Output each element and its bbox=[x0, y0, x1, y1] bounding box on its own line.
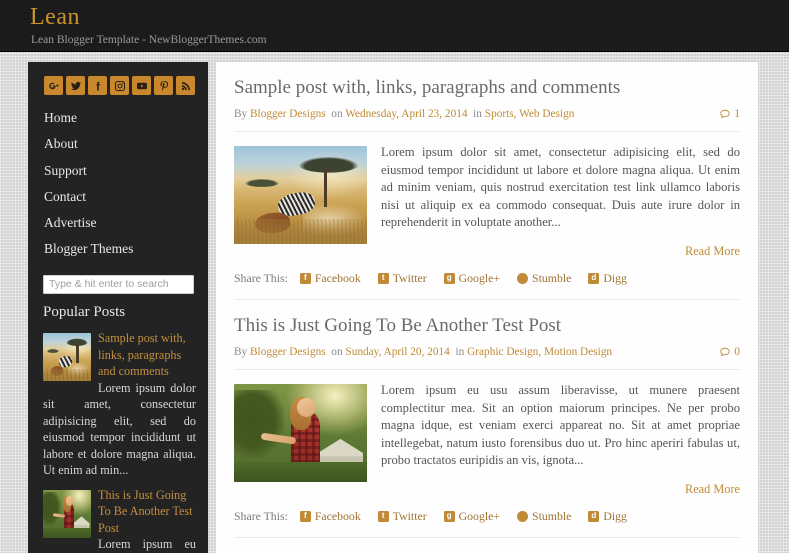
popular-post-snippet: Lorem ipsum eu usu assum liberavisse, ut… bbox=[98, 537, 196, 551]
meta-in-label: in bbox=[473, 108, 482, 120]
main-content: Sample post with, links, paragraphs and … bbox=[216, 62, 758, 553]
pinterest-icon[interactable] bbox=[154, 76, 173, 95]
comment-count[interactable]: 0 bbox=[719, 344, 740, 360]
share-googleplus-label: Google+ bbox=[458, 270, 501, 285]
post-article: Sample post with, links, paragraphs and … bbox=[216, 62, 758, 300]
page-root: Lean Lean Blogger Template - NewBloggerT… bbox=[0, 0, 789, 553]
comment-bubble-icon bbox=[720, 347, 730, 357]
post-categories[interactable]: Graphic Design, Motion Design bbox=[467, 346, 612, 358]
share-digg-button[interactable]: d Digg bbox=[588, 509, 627, 524]
share-twitter-button[interactable]: t Twitter bbox=[377, 270, 427, 286]
comment-count-value: 1 bbox=[734, 108, 740, 120]
share-googleplus-button[interactable]: g Google+ bbox=[443, 270, 501, 286]
sidebar-item-contact[interactable]: Contact bbox=[28, 184, 208, 210]
sidebar-item-home[interactable]: Home bbox=[28, 105, 208, 131]
facebook-icon: f bbox=[299, 272, 311, 284]
share-stumble-label: Stumble bbox=[532, 508, 572, 523]
twitter-icon: t bbox=[377, 272, 389, 284]
sidebar-item-advertise[interactable]: Advertise bbox=[28, 210, 208, 236]
post-article: This is Just Going To Be Another Test Po… bbox=[216, 300, 758, 538]
googleplus-icon[interactable] bbox=[44, 76, 63, 95]
googleplus-icon: g bbox=[443, 510, 455, 522]
facebook-icon[interactable] bbox=[88, 76, 107, 95]
popular-post-thumbnail[interactable] bbox=[43, 333, 91, 381]
share-facebook-button[interactable]: f Facebook bbox=[299, 270, 361, 286]
popular-post-thumbnail[interactable] bbox=[43, 489, 91, 538]
share-label: Share This: bbox=[234, 508, 288, 523]
post-categories[interactable]: Sports, Web Design bbox=[485, 108, 575, 120]
twitter-icon[interactable] bbox=[66, 76, 85, 95]
post-thumbnail[interactable] bbox=[234, 383, 367, 482]
search-box bbox=[43, 274, 194, 294]
post-meta: By Blogger Designs on Wednesday, April 2… bbox=[234, 106, 740, 132]
share-row: Share This: f Facebook t Twitter g Googl… bbox=[234, 271, 740, 300]
meta-on-label: on bbox=[331, 108, 343, 120]
sidebar-item-blogger-themes[interactable]: Blogger Themes bbox=[28, 236, 208, 262]
post-article: Keeping The Title Length Equal For Home bbox=[216, 538, 758, 553]
meta-in-label: in bbox=[455, 345, 465, 358]
share-facebook-label: Facebook bbox=[314, 270, 361, 285]
twitter-icon: t bbox=[377, 510, 389, 522]
search-input[interactable] bbox=[43, 274, 194, 294]
popular-posts-heading: Popular Posts bbox=[43, 304, 126, 320]
meta-by-label: By bbox=[234, 345, 248, 358]
share-stumble-button[interactable]: Stumble bbox=[517, 271, 571, 286]
post-date[interactable]: Wednesday, April 23, 2014 bbox=[345, 108, 467, 120]
share-twitter-label: Twitter bbox=[392, 508, 427, 523]
popular-posts-widget: Popular Posts Sample post with, links, p… bbox=[28, 302, 208, 553]
digg-icon: d bbox=[588, 510, 600, 522]
popular-post-item[interactable]: Sample post with, links, paragraphs and … bbox=[28, 330, 208, 481]
sidebar-item-support[interactable]: Support bbox=[28, 158, 208, 184]
share-googleplus-label: Google+ bbox=[458, 508, 501, 523]
popular-post-snippet: Lorem ipsum dolor sit amet, consectetur … bbox=[43, 380, 196, 478]
post-title[interactable]: This is Just Going To Be Another Test Po… bbox=[234, 314, 740, 338]
meta-by-label: By bbox=[234, 108, 248, 120]
site-title[interactable]: Lean bbox=[30, 3, 80, 31]
post-author[interactable]: Blogger Designs bbox=[250, 346, 326, 358]
facebook-icon: f bbox=[299, 510, 311, 522]
popular-post-item[interactable]: This is Just Going To Be Another Test Po… bbox=[28, 487, 208, 553]
comment-count-value: 0 bbox=[734, 345, 740, 358]
share-row: Share This: f Facebook t Twitter g Googl… bbox=[234, 509, 740, 538]
share-googleplus-button[interactable]: g Google+ bbox=[443, 508, 501, 524]
share-facebook-button[interactable]: f Facebook bbox=[299, 508, 361, 524]
comment-count[interactable]: 1 bbox=[719, 106, 740, 122]
sidebar-nav: Home About Support Contact Advertise Blo… bbox=[28, 105, 208, 263]
meta-on-label: on bbox=[331, 345, 343, 358]
read-more-link[interactable]: Read More bbox=[234, 482, 740, 497]
rss-icon[interactable] bbox=[176, 76, 195, 95]
stumbleupon-icon bbox=[517, 510, 529, 522]
share-facebook-label: Facebook bbox=[314, 508, 361, 523]
site-header: Lean Lean Blogger Template - NewBloggerT… bbox=[0, 0, 789, 52]
post-date[interactable]: Sunday, April 20, 2014 bbox=[345, 346, 449, 358]
post-body: Lorem ipsum dolor sit amet, consectetur … bbox=[234, 144, 740, 259]
share-stumble-label: Stumble bbox=[532, 270, 572, 285]
post-title[interactable]: Sample post with, links, paragraphs and … bbox=[234, 76, 740, 100]
comment-bubble-icon bbox=[720, 109, 730, 119]
sidebar: Home About Support Contact Advertise Blo… bbox=[28, 62, 208, 553]
share-digg-label: Digg bbox=[603, 270, 627, 285]
share-stumble-button[interactable]: Stumble bbox=[517, 509, 571, 524]
share-twitter-button[interactable]: t Twitter bbox=[377, 508, 427, 524]
post-thumbnail[interactable] bbox=[234, 146, 367, 244]
digg-icon: d bbox=[588, 272, 600, 284]
site-tagline: Lean Blogger Template - NewBloggerThemes… bbox=[31, 34, 267, 46]
post-author[interactable]: Blogger Designs bbox=[250, 108, 326, 120]
sidebar-item-about[interactable]: About bbox=[28, 131, 208, 157]
share-digg-button[interactable]: d Digg bbox=[588, 271, 627, 286]
post-meta: By Blogger Designs on Sunday, April 20, … bbox=[234, 344, 740, 370]
googleplus-icon: g bbox=[443, 272, 455, 284]
share-twitter-label: Twitter bbox=[392, 270, 427, 285]
instagram-icon[interactable] bbox=[110, 76, 129, 95]
share-digg-label: Digg bbox=[603, 508, 627, 523]
youtube-icon[interactable] bbox=[132, 76, 151, 95]
stumbleupon-icon bbox=[517, 272, 529, 284]
social-links bbox=[44, 76, 195, 95]
read-more-link[interactable]: Read More bbox=[234, 244, 740, 259]
share-label: Share This: bbox=[234, 270, 288, 285]
post-body: Lorem ipsum eu usu assum liberavisse, ut… bbox=[234, 382, 740, 497]
